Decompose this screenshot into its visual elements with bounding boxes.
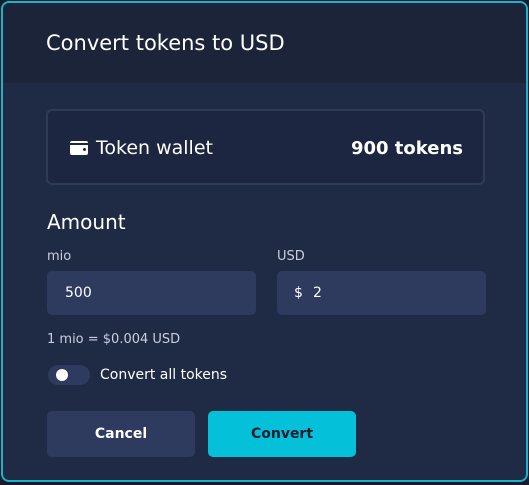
conversion-rate: 1 mio = $0.004 USD <box>47 332 181 347</box>
usd-amount-value: 2 <box>313 285 322 301</box>
convert-tokens-dialog: Convert tokens to USD Token wallet 900 t… <box>1 1 528 482</box>
convert-all-label: Convert all tokens <box>100 367 228 383</box>
usd-amount-input[interactable]: $ 2 <box>277 271 486 315</box>
cancel-button[interactable]: Cancel <box>47 411 195 457</box>
dialog-title: Convert tokens to USD <box>46 31 285 55</box>
token-wallet-card: Token wallet 900 tokens <box>46 109 485 185</box>
dialog-header: Convert tokens to USD <box>3 3 526 83</box>
convert-all-toggle[interactable] <box>48 365 90 385</box>
usd-prefix: $ <box>294 285 303 301</box>
amount-heading: Amount <box>47 210 126 234</box>
wallet-icon <box>70 141 88 155</box>
wallet-balance: 900 tokens <box>350 138 463 159</box>
token-field-label: mio <box>47 249 72 264</box>
toggle-knob <box>56 369 68 381</box>
token-amount-input[interactable]: 500 <box>47 271 256 315</box>
convert-button[interactable]: Convert <box>208 411 356 457</box>
token-amount-value: 500 <box>65 285 92 301</box>
wallet-label: Token wallet <box>96 137 213 159</box>
usd-field-label: USD <box>277 249 305 264</box>
